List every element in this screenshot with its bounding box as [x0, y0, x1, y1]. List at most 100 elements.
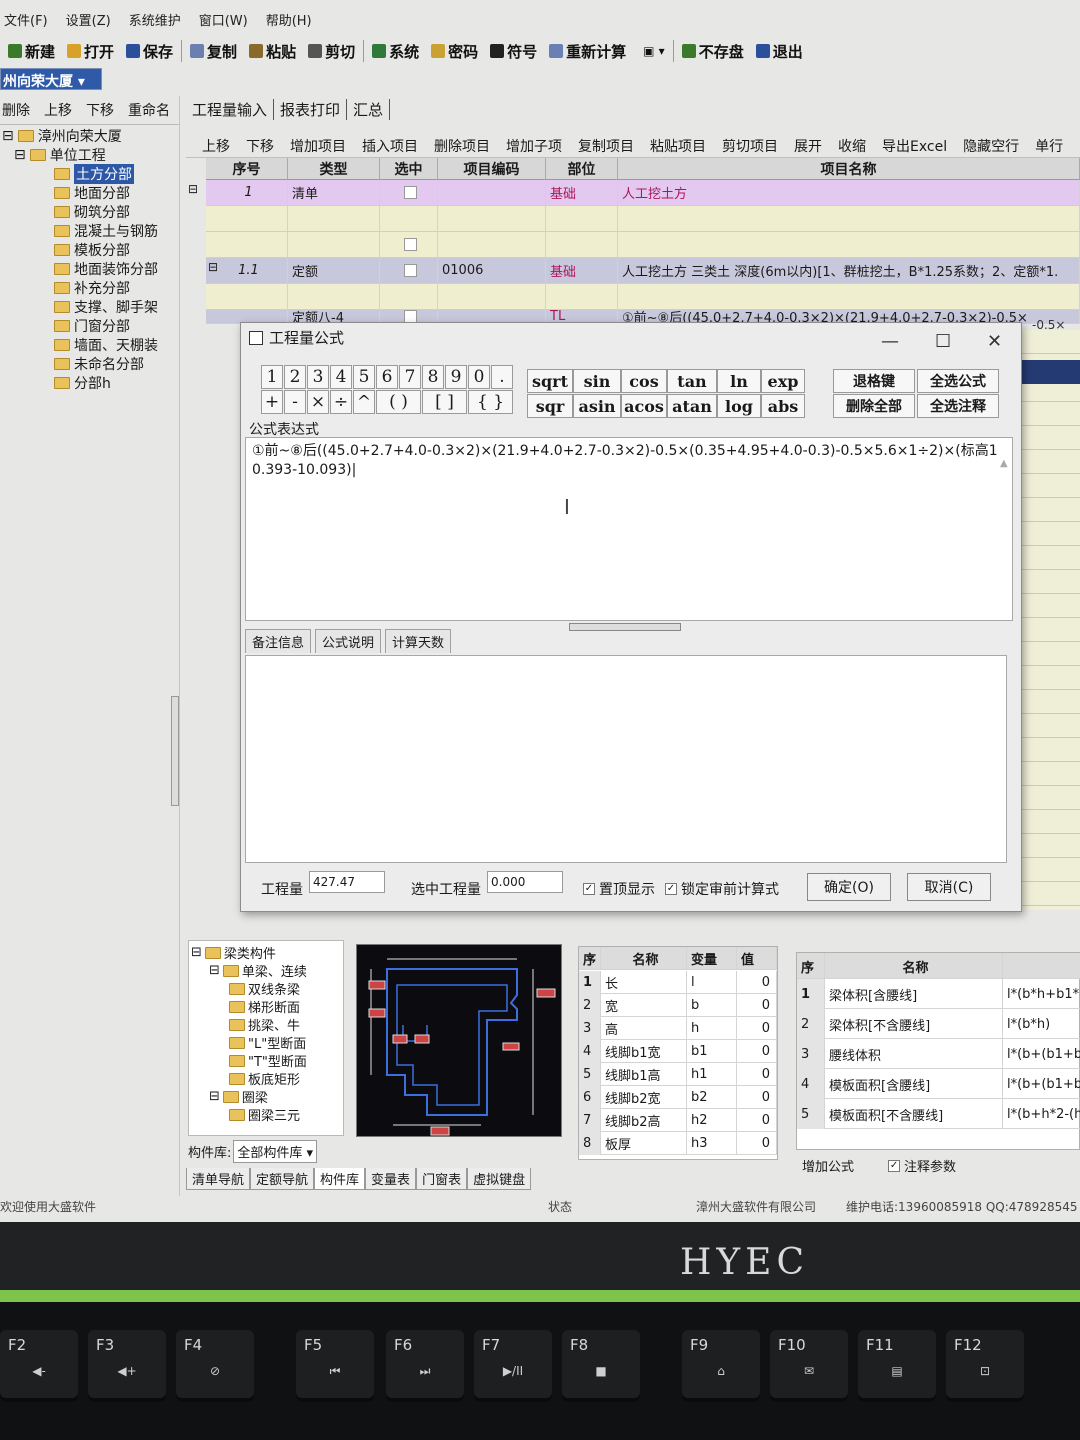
component-item[interactable]: ⊟ 单梁、连续	[209, 961, 307, 980]
component-item[interactable]: 挑梁、牛	[229, 1015, 300, 1034]
tree-item[interactable]: 模板分部	[54, 240, 130, 260]
grid-action-1[interactable]: 下移	[246, 136, 274, 156]
toolbar-button-1[interactable]: 打开	[61, 41, 120, 62]
table-row[interactable]: 5 线脚b1高 h1 0	[579, 1063, 777, 1086]
key-digit[interactable]: .	[491, 365, 513, 389]
table-row[interactable]	[206, 232, 1080, 258]
key-operator[interactable]: ^	[353, 390, 375, 414]
move-up-button[interactable]: 上移	[44, 100, 72, 120]
collapse-icon[interactable]: ⊟	[188, 182, 198, 196]
key-func-sin[interactable]: sin	[573, 369, 621, 393]
table-row[interactable]: 1.1 定额 01006 基础 人工挖土方 三类土 深度(6m以内)[1、群桩挖土，B*…	[206, 258, 1080, 284]
collapse-icon[interactable]: ⊟	[209, 963, 220, 978]
component-item[interactable]: "T"型断面	[229, 1051, 307, 1070]
tree-item[interactable]: 土方分部	[54, 164, 134, 184]
key-func-cos[interactable]: cos	[621, 369, 667, 393]
dropdown-icon[interactable]: ▣ ▾	[643, 44, 665, 58]
panel-splitter[interactable]	[171, 696, 179, 806]
component-item[interactable]: 双线条梁	[229, 979, 300, 998]
menu-window[interactable]: 窗口(W)	[199, 10, 248, 29]
key-func-log[interactable]: log	[717, 394, 761, 418]
var-row-value[interactable]: 0	[737, 1017, 777, 1040]
table-row[interactable]: 1长l0	[579, 971, 777, 994]
var-row-value[interactable]: 0	[737, 1086, 777, 1109]
key-func-ln[interactable]: ln	[717, 369, 761, 393]
table-row[interactable]: 2宽b0	[579, 994, 777, 1017]
key-func-exp[interactable]: exp	[761, 369, 805, 393]
move-down-button[interactable]: 下移	[86, 100, 114, 120]
formula-splitter[interactable]	[569, 623, 681, 631]
table-row[interactable]: 4 线脚b1宽 b1 0	[579, 1040, 777, 1063]
action-button-0[interactable]: 退格键	[833, 369, 915, 393]
key-operator[interactable]: ( )	[376, 390, 421, 414]
toolbar-button-11[interactable]: 退出	[750, 41, 809, 62]
component-item[interactable]: 板底矩形	[229, 1069, 300, 1088]
component-item[interactable]: 梯形断面	[229, 997, 300, 1016]
key-func-acos[interactable]: acos	[621, 394, 667, 418]
tree-item[interactable]: 未命名分部	[54, 354, 144, 374]
select-checkbox[interactable]	[404, 238, 417, 251]
ok-button[interactable]: 确定(O)	[807, 873, 891, 901]
table-row[interactable]: 7 线脚b2高 h2 0	[579, 1109, 777, 1132]
collapse-icon[interactable]: ⊟	[209, 1089, 220, 1104]
toolbar-button-2[interactable]: 保存	[120, 41, 179, 62]
key-func-sqrt[interactable]: sqrt	[527, 369, 573, 393]
menu-file[interactable]: 文件(F)	[4, 10, 48, 29]
key-operator[interactable]: -	[284, 390, 306, 414]
grid-action-12[interactable]: 隐藏空行	[963, 136, 1019, 156]
key-digit[interactable]: 0	[468, 365, 490, 389]
component-root[interactable]: ⊟ 梁类构件	[191, 943, 276, 962]
library-select[interactable]: 全部构件库 ▾	[233, 1139, 318, 1163]
grid-action-6[interactable]: 复制项目	[578, 136, 634, 156]
delete-button[interactable]: 删除	[2, 100, 30, 120]
lock-formula-checkbox[interactable]: ✓ 锁定审前计算式	[665, 879, 779, 899]
notes-area[interactable]	[245, 655, 1007, 863]
table-row[interactable]: 1 清单 基础 人工挖土方	[206, 180, 1080, 206]
select-checkbox[interactable]	[404, 264, 417, 277]
key-operator[interactable]: [ ]	[422, 390, 467, 414]
grid-action-7[interactable]: 粘贴项目	[650, 136, 706, 156]
cancel-button[interactable]: 取消(C)	[907, 873, 991, 901]
bottom-tab-4[interactable]: 门窗表	[416, 1168, 468, 1190]
tree-item[interactable]: 墙面、天棚装	[54, 335, 158, 355]
var-row-value[interactable]: 0	[737, 994, 777, 1017]
maximize-icon[interactable]: ☐	[935, 331, 951, 352]
var-row-value[interactable]: 0	[737, 1132, 777, 1155]
tree-item[interactable]: 分部h	[54, 373, 111, 393]
table-row[interactable]: 2 梁体积[不含腰线] l*(b*h)	[797, 1009, 1080, 1039]
toolbar-button-5[interactable]: 剪切	[302, 41, 361, 62]
tab-report-print[interactable]: 报表打印	[274, 98, 348, 120]
toolbar-button-8[interactable]: 符号	[484, 41, 543, 62]
pin-top-checkbox[interactable]: ✓ 置顶显示	[583, 879, 655, 899]
collapse-icon[interactable]: ⊟	[208, 260, 218, 274]
action-button-3[interactable]: 全选注释	[917, 394, 999, 418]
table-row[interactable]	[206, 284, 1080, 310]
component-item[interactable]: 圈梁三元	[229, 1105, 300, 1124]
var-row-value[interactable]: 0	[737, 1063, 777, 1086]
key-operator[interactable]: ÷	[330, 390, 352, 414]
note-params-checkbox[interactable]: ✓ 注释参数	[888, 1156, 956, 1175]
bottom-tab-1[interactable]: 定额导航	[250, 1168, 315, 1190]
tree-item[interactable]: 门窗分部	[54, 316, 130, 336]
rename-button[interactable]: 重命名	[128, 100, 170, 120]
action-button-2[interactable]: 删除全部	[833, 394, 915, 418]
menu-maintenance[interactable]: 系统维护	[129, 10, 181, 29]
tree-item[interactable]: 地面装饰分部	[54, 259, 158, 279]
component-item[interactable]: "L"型断面	[229, 1033, 306, 1052]
tree-item[interactable]: 支撑、脚手架	[54, 297, 158, 317]
table-row[interactable]: 3腰线体积l*(b+(b1+b2	[797, 1039, 1080, 1069]
grid-action-0[interactable]: 上移	[202, 136, 230, 156]
close-icon[interactable]: ✕	[987, 331, 1002, 352]
toolbar-button-6[interactable]: 系统	[366, 41, 425, 62]
tree-item[interactable]: 混凝土与钢筋	[54, 221, 158, 241]
key-operator[interactable]: +	[261, 390, 283, 414]
var-row-value[interactable]: 0	[737, 1109, 777, 1132]
grid-action-11[interactable]: 导出Excel	[882, 136, 947, 156]
menu-help[interactable]: 帮助(H)	[266, 10, 312, 29]
toolbar-button-9[interactable]: 重新计算 ▣ ▾	[543, 41, 671, 62]
key-digit[interactable]: 7	[399, 365, 421, 389]
toolbar-button-3[interactable]: 复制	[184, 41, 243, 62]
key-func-tan[interactable]: tan	[667, 369, 717, 393]
grid-action-9[interactable]: 展开	[794, 136, 822, 156]
tree-item[interactable]: 地面分部	[54, 183, 130, 203]
